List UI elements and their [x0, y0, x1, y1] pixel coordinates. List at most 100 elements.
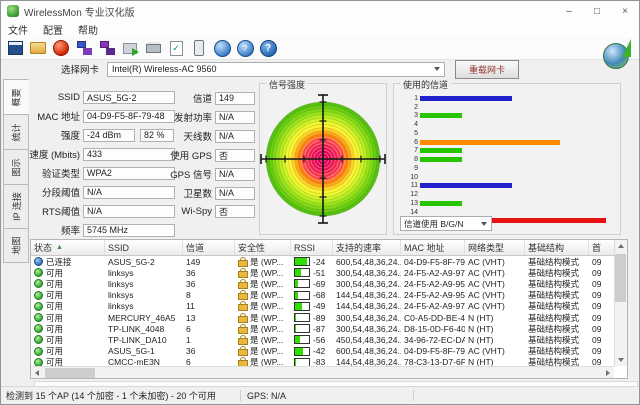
security-cell: 是 (WP... — [235, 267, 291, 279]
ap-row[interactable]: 可用linksys36是 (WP...-51300,54,48,36,24...… — [31, 267, 627, 278]
checklist-icon[interactable] — [167, 40, 185, 57]
network-type-cell: AC (VHT) — [465, 257, 525, 267]
infrastructure-cell: 基础结构模式 — [525, 289, 589, 301]
rssi-value: -69 — [313, 279, 325, 289]
ap-row[interactable]: 可用ASUS_5G-136是 (WP...-42600,54,48,36,24.… — [31, 346, 627, 357]
network-pair-blue-icon[interactable] — [75, 40, 93, 57]
adapter-select[interactable]: Intel(R) Wireless-AC 9560 — [107, 62, 445, 77]
rssi-cell: -24 — [291, 257, 333, 267]
mac-cell: 24-F5-A2-A9-95... — [401, 279, 465, 289]
column-header-9[interactable]: 首 — [589, 240, 616, 255]
ap-row[interactable]: 可用linksys36是 (WP...-69300,54,48,36,24...… — [31, 278, 627, 289]
help-icon[interactable] — [259, 40, 277, 57]
reload-adapter-button[interactable]: 重载网卡 — [455, 60, 519, 79]
column-header-3[interactable]: 安全性 — [235, 240, 291, 255]
network-type-cell: N (HT) — [465, 313, 525, 323]
security-cell: 是 (WP... — [235, 334, 291, 346]
rssi-bar-icon — [294, 302, 310, 311]
status-text: 可用 — [46, 300, 63, 312]
security-cell: 是 (WP... — [235, 312, 291, 324]
first-seen-cell: 09 — [589, 257, 616, 267]
ap-row[interactable]: 可用linksys8是 (WP...-68144,54,48,36,24...2… — [31, 290, 627, 301]
infrastructure-cell: 基础结构模式 — [525, 323, 589, 335]
mac-cell: 04-D9-F5-8F-79... — [401, 257, 465, 267]
column-header-5[interactable]: 支持的速率 — [333, 240, 401, 255]
column-header-6[interactable]: MAC 地址 — [401, 240, 465, 255]
window-controls: – □ × — [555, 1, 639, 21]
column-header-4[interactable]: RSSI — [291, 240, 333, 255]
ap-row[interactable]: 可用linksys11是 (WP...-49144,54,48,36,24...… — [31, 301, 627, 312]
lock-icon — [238, 257, 247, 267]
ap-row[interactable]: 可用TP-LINK_40486是 (WP...-87300,54,48,36,2… — [31, 323, 627, 334]
column-header-7[interactable]: 网络类型 — [465, 240, 525, 255]
rssi-bar-icon — [294, 268, 310, 277]
channel-row: 5 — [398, 129, 612, 138]
field-label: 发射功率 — [144, 110, 212, 124]
column-header-0[interactable]: 状态▲ — [31, 240, 105, 255]
app-icon — [7, 5, 19, 17]
channel-bar-track — [420, 183, 612, 188]
menubar: 文件配置帮助 — [1, 21, 639, 37]
stop-record-icon[interactable] — [52, 40, 70, 57]
printer-icon[interactable] — [144, 40, 162, 57]
status-text: 可用 — [46, 312, 63, 324]
save-icon[interactable] — [6, 40, 24, 57]
statusbar-divider — [240, 390, 241, 401]
status-text: 可用 — [46, 289, 63, 301]
export-green-arrow-icon[interactable] — [121, 40, 139, 57]
globe-icon[interactable] — [213, 40, 231, 57]
network-pair-purple-icon[interactable] — [98, 40, 116, 57]
ap-row[interactable]: 已连接ASUS_5G-2149是 (WP...-24600,54,48,36,2… — [31, 256, 627, 267]
column-header-label: SSID — [108, 243, 129, 253]
globe-question-icon[interactable] — [236, 40, 254, 57]
channel-row: 7 — [398, 147, 612, 156]
network-type-cell: N (HT) — [465, 324, 525, 334]
menu-item-config[interactable]: 配置 — [43, 22, 63, 37]
channel-row: 8 — [398, 155, 612, 164]
column-header-1[interactable]: SSID — [105, 240, 183, 255]
minimize-button[interactable]: – — [555, 1, 583, 21]
menu-item-file[interactable]: 文件 — [8, 22, 28, 37]
chevron-down-icon — [481, 222, 487, 226]
scroll-up-icon[interactable] — [615, 240, 627, 252]
scroll-left-icon[interactable] — [31, 367, 43, 379]
column-header-label: 基础结构 — [528, 241, 564, 254]
status-cell: 可用 — [31, 300, 105, 312]
menu-item-help[interactable]: 帮助 — [78, 22, 98, 37]
open-folder-icon[interactable] — [29, 40, 47, 57]
vertical-scrollbar-thumb[interactable] — [615, 254, 626, 302]
close-button[interactable]: × — [611, 1, 639, 21]
channel-bar-track — [420, 113, 612, 118]
channel-cell: 36 — [183, 268, 235, 278]
security-text: 是 (WP... — [250, 345, 283, 357]
available-status-icon — [34, 324, 43, 333]
field-label: 频率 — [4, 223, 80, 237]
horizontal-scrollbar[interactable] — [31, 366, 614, 378]
rssi-bar-icon — [294, 313, 310, 322]
field-label: 使用 GPS — [144, 148, 212, 162]
toolbar — [1, 37, 639, 60]
table-body: 已连接ASUS_5G-2149是 (WP...-24600,54,48,36,2… — [31, 256, 627, 368]
gps-status: GPS: N/A — [247, 391, 407, 401]
infrastructure-cell: 基础结构模式 — [525, 345, 589, 357]
statusbar: 检测到 15 个AP (14 个加密 - 1 个未加密) - 20 个可用 GP… — [1, 386, 639, 404]
rssi-bar-icon — [294, 279, 310, 288]
first-seen-cell: 09 — [589, 290, 616, 300]
ssid-cell: linksys — [105, 268, 183, 278]
scroll-right-icon[interactable] — [602, 367, 614, 379]
vertical-scrollbar[interactable] — [614, 240, 627, 366]
mobile-device-icon[interactable] — [190, 40, 208, 57]
horizontal-scrollbar-thumb[interactable] — [45, 368, 95, 378]
ap-row[interactable]: 可用TP-LINK_DA101是 (WP...-56450,54,48,36,2… — [31, 334, 627, 345]
column-header-label: RSSI — [294, 243, 315, 253]
scroll-down-icon[interactable] — [615, 354, 627, 366]
ap-row[interactable]: 可用MERCURY_46A513是 (WP...-89300,54,48,36,… — [31, 312, 627, 323]
channel-mode-select[interactable]: 信道使用 B/G/N — [400, 216, 492, 231]
maximize-button[interactable]: □ — [583, 1, 611, 21]
available-status-icon — [34, 335, 43, 344]
column-header-2[interactable]: 信道 — [183, 240, 235, 255]
rssi-bar-fill — [295, 258, 307, 265]
ssid-cell: linksys — [105, 279, 183, 289]
column-header-8[interactable]: 基础结构 — [525, 240, 589, 255]
mac-cell: 24-F5-A2-A9-97... — [401, 268, 465, 278]
